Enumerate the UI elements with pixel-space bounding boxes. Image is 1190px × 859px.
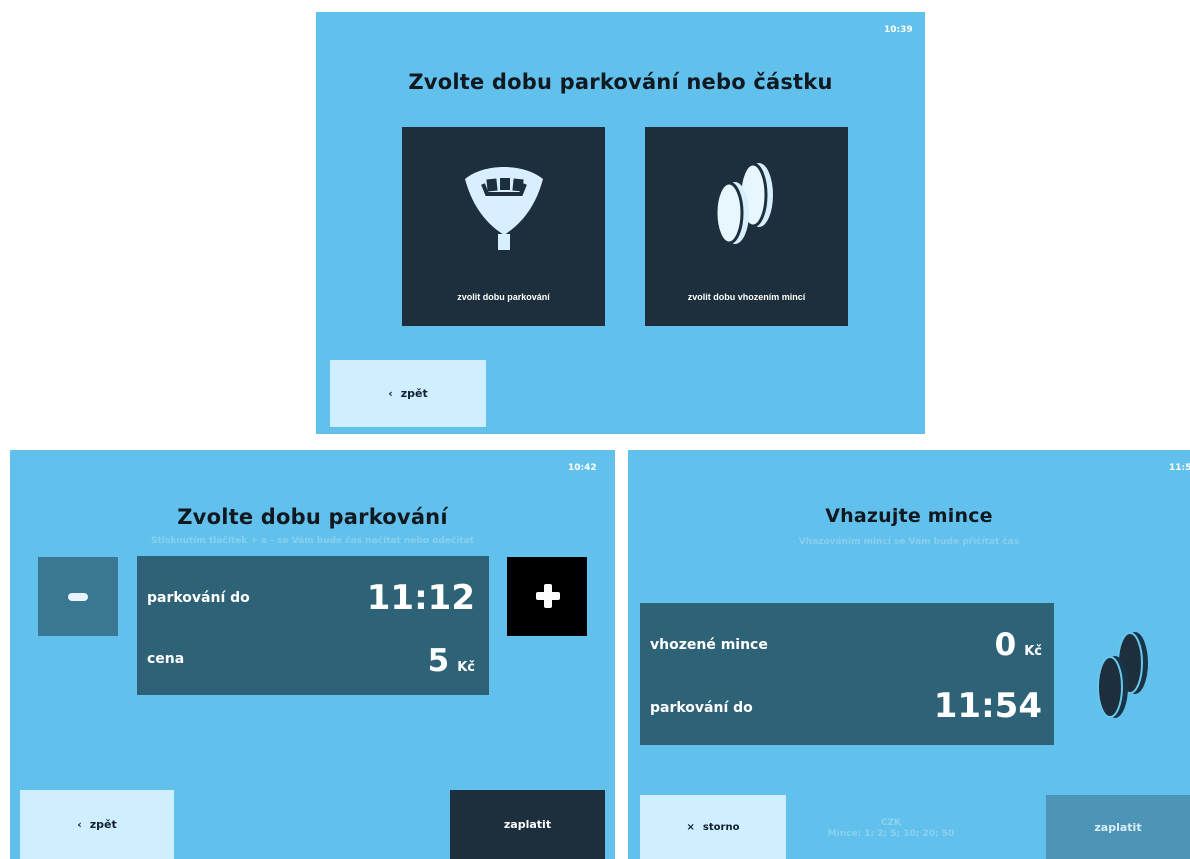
chevron-left-icon: ‹ (77, 818, 82, 831)
increase-time-button[interactable] (507, 557, 587, 636)
price-label: cena (147, 651, 185, 667)
plus-icon-vertical-bar (544, 584, 552, 608)
page-subtitle: Vhazováním mincí se Vám bude přičítat ča… (798, 537, 1020, 547)
parking-until-value: 11:12 (366, 578, 475, 618)
accepted-coins-info: CZK Mince: 1; 2; 5; 10; 20; 50 (824, 818, 958, 840)
currency-unit: Kč (1024, 644, 1042, 659)
cancel-button-label: storno (702, 821, 740, 833)
back-button-label: zpět (400, 387, 428, 400)
insert-coins-screen: 11:54 Vhazujte mince Vhazováním mincí se… (628, 450, 1190, 859)
tile-label: zvolit dobu parkování (457, 292, 550, 302)
coin-summary-panel: vhozené mince 0 Kč parkování do 11:54 (640, 603, 1054, 745)
inserted-coins-amount: 0 (994, 627, 1017, 663)
clock: 10:39 (884, 25, 913, 35)
clock: 10:42 (568, 463, 597, 473)
back-button[interactable]: ‹ zpět (20, 790, 174, 859)
page-title: Zvolte dobu parkování (177, 505, 448, 529)
inserted-coins-value: 0 Kč (995, 627, 1042, 663)
parking-until-label: parkování do (147, 590, 250, 606)
pay-button[interactable]: zaplatit (450, 790, 605, 859)
accepted-coins: Mince: 1; 2; 5; 10; 20; 50 (827, 829, 955, 839)
parking-time-screen: 10:42 Zvolte dobu parkování Stisknutím t… (10, 450, 615, 859)
page-title: Vhazujte mince (825, 505, 993, 527)
amount-selection-screen: 10:39 Zvolte dobu parkování nebo částku … (316, 12, 925, 434)
page-title: Zvolte dobu parkování nebo částku (408, 70, 833, 94)
page-subtitle: Stisknutím tlačítek + a - se Vám bude ča… (151, 536, 474, 546)
close-icon: × (686, 821, 695, 833)
parking-until-label: parkování do (650, 700, 753, 716)
price-amount: 5 (427, 643, 450, 679)
parking-meter-icon (464, 167, 543, 250)
currency-unit: Kč (457, 660, 475, 675)
clock: 11:54 (1169, 463, 1190, 473)
decrease-time-button[interactable] (38, 557, 118, 636)
inserted-coins-label: vhozené mince (650, 637, 768, 653)
chevron-left-icon: ‹ (388, 387, 393, 400)
cancel-button[interactable]: × storno (640, 795, 786, 859)
minus-icon (68, 593, 88, 601)
price-value: 5 Kč (428, 643, 475, 679)
parking-summary-panel: parkování do 11:12 cena 5 Kč (137, 556, 489, 695)
choose-coin-amount-tile[interactable]: zvolit dobu vhozením mincí (645, 127, 848, 326)
back-button[interactable]: ‹ zpět (330, 360, 486, 427)
choose-parking-time-tile[interactable]: zvolit dobu parkování (402, 127, 605, 326)
coins-icon (714, 162, 773, 245)
back-button-label: zpět (89, 818, 117, 831)
currency-code: CZK (880, 818, 902, 828)
coins-icon (1097, 632, 1148, 718)
tile-label: zvolit dobu vhozením mincí (687, 292, 806, 302)
parking-until-value: 11:54 (933, 686, 1042, 726)
pay-button[interactable]: zaplatit (1046, 795, 1190, 859)
